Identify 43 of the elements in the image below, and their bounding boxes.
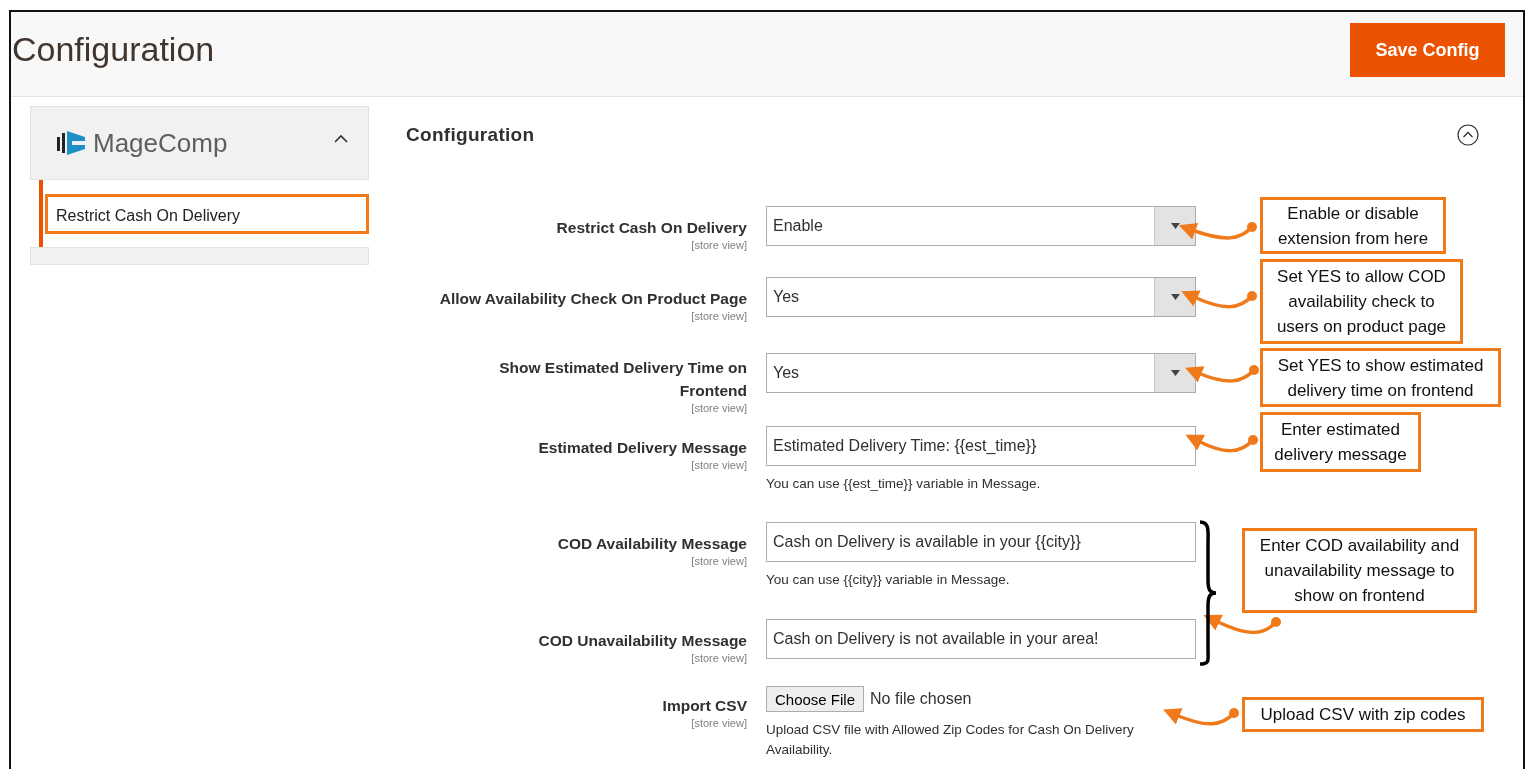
callout-box: Enter COD availability and unavailability message to show on frontend [1242,528,1477,613]
select-field[interactable]: Yes [766,277,1196,317]
callout-box: Set YES to allow COD availability check to users on product page [1260,259,1463,344]
field-label: Restrict Cash On Delivery [556,218,747,238]
scope-label: [store view] [691,717,747,729]
field-label: Estimated Delivery Message [538,438,747,458]
sidebar-item[interactable]: Restrict Cash On Delivery [45,194,369,234]
caret-icon [1170,370,1180,376]
scope-label: [store view] [691,310,747,322]
caret-icon [1170,223,1180,229]
logo-icon [57,128,87,158]
text-field[interactable]: Estimated Delivery Time: {{est_time}} [766,426,1196,466]
chevron-icon[interactable] [334,133,348,143]
callout-box: Enter estimated delivery message [1260,412,1421,472]
text-field[interactable]: Cash on Delivery is not available in your area! [766,619,1196,659]
callout-box: Set YES to show estimated delivery time on frontend [1260,348,1501,407]
collapse-icon[interactable] [1457,124,1479,146]
scope-label: [store view] [691,555,747,567]
logo-text: MageComp [93,127,229,159]
page-title: Configuration [12,29,215,69]
callout-box: Upload CSV with zip codes [1242,697,1484,732]
file-status: No file chosen [870,690,972,708]
field-note: You can use {{city}} variable in Message. [766,571,1011,589]
sidebar-section-header[interactable]: MageComp [30,106,369,180]
choose-file-button[interactable]: Choose File [766,686,865,712]
section-title: Configuration [406,124,535,146]
save-config-button[interactable]: Save Config [1350,23,1505,77]
field-label: COD Unavailability Message [538,631,747,651]
scope-label: [store view] [691,402,747,414]
select-field[interactable]: Enable [766,206,1196,246]
callout-box: Enable or disable extension from here [1260,197,1446,254]
field-label: Import CSV [662,696,747,716]
select-field[interactable]: Yes [766,353,1196,393]
text-field[interactable]: Cash on Delivery is available in your {{city}} [766,522,1196,562]
field-note: Upload CSV file with Allowed Zip Codes for Cash On Delivery Availability. [766,721,1135,759]
scope-label: [store view] [691,459,747,471]
scope-label: [store view] [691,239,747,251]
caret-icon [1170,294,1180,300]
field-label: Show Estimated Delivery Time on Frontend [498,358,747,401]
field-label: COD Availability Message [557,534,747,554]
field-label: Allow Availability Check On Product Page [439,289,747,309]
scope-label: [store view] [691,652,747,664]
field-note: You can use {{est_time}} variable in Message. [766,475,1042,493]
